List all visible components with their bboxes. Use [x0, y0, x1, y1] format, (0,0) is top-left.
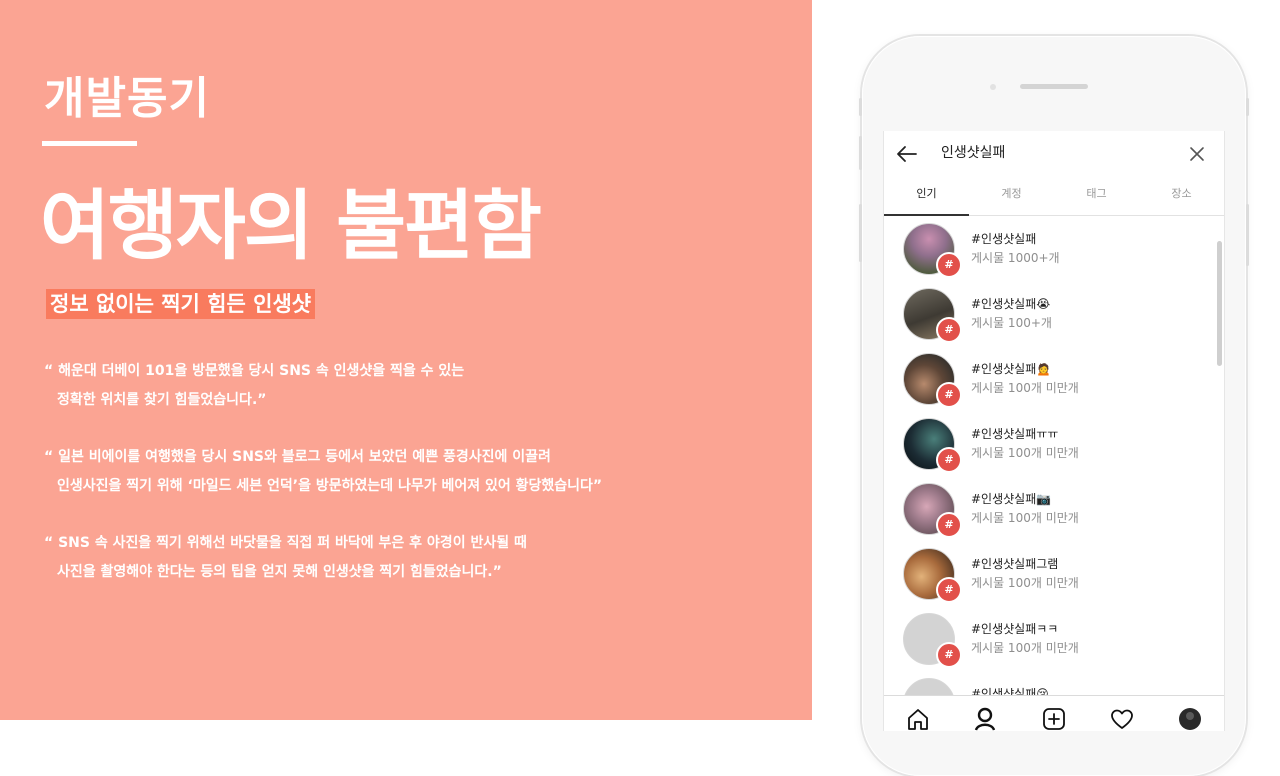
hashtag-post-count: 게시물 100개 미만개 [971, 446, 1079, 460]
hashtag-result[interactable]: # #인생샷실패그램 게시물 100개 미만개 [884, 541, 1224, 606]
search-icon[interactable] [973, 706, 999, 731]
hashtag-result[interactable]: # #인생샷실패 게시물 1000+개 [884, 216, 1224, 281]
hashtag-name: #인생샷실패그램 [971, 557, 1059, 571]
hashtag-badge-icon: # [936, 382, 962, 408]
hashtag-name: #인생샷실패ㅠㅠ [971, 427, 1059, 441]
section-label-underline [42, 141, 137, 146]
phone-volume-up [859, 136, 862, 170]
headline: 여행자의 불편함 [40, 181, 542, 270]
tab-places[interactable]: 장소 [1139, 179, 1224, 215]
hashtag-name: #인생샷실패📷 [971, 492, 1052, 506]
hashtag-result[interactable]: # #인생샷실패😭 게시물 100+개 [884, 281, 1224, 346]
phone-speaker [1020, 84, 1088, 89]
hashtag-result[interactable]: # #인생샷실패🙍 게시물 100개 미만개 [884, 346, 1224, 411]
quote-2-line-2: 인생사진을 찍기 위해 ‘마일드 세븐 언덕’을 방문하였는데 나무가 베어져 … [57, 478, 603, 494]
tab-popular[interactable]: 인기 [884, 179, 969, 216]
section-label: 개발동기 [44, 73, 210, 124]
hashtag-name: #인생샷실패 [971, 232, 1037, 246]
hashtag-badge-icon: # [936, 317, 962, 343]
hashtag-result[interactable]: # #인생샷실패ㅋㅋ 게시물 100개 미만개 [884, 606, 1224, 671]
hashtag-badge-icon: # [936, 642, 962, 668]
phone-screen: 인생샷실패 인기 계정 태그 장소 # #인생샷실패 게시물 1000+개 # [883, 131, 1225, 731]
quote-3: “ SNS 속 사진을 찍기 위해선 바닷물을 직접 퍼 바닥에 부은 후 야경… [44, 529, 784, 587]
quote-1-line-2: 정확한 위치를 찾기 힘들었습니다.” [57, 392, 267, 408]
phone-mockup: 인생샷실패 인기 계정 태그 장소 # #인생샷실패 게시물 1000+개 # [859, 36, 1249, 776]
hashtag-result[interactable]: # #인생샷실패📷 게시물 100개 미만개 [884, 476, 1224, 541]
close-icon[interactable] [1186, 143, 1208, 165]
quote-1-line-1: “ 해운대 더베이 101을 방문했을 당시 SNS 속 인생샷을 찍을 수 있… [44, 363, 465, 379]
hashtag-post-count: 게시물 100개 미만개 [971, 576, 1079, 590]
hashtag-post-count: 게시물 100개 미만개 [971, 641, 1079, 655]
subheadline: 정보 없이는 찍기 힘든 인생샷 [46, 289, 316, 319]
hashtag-name: #인생샷실패ㅋㅋ [971, 622, 1059, 636]
quote-3-line-2: 사진을 촬영해야 한다는 등의 팁을 얻지 못해 인생샷을 찍기 힘들었습니다.… [57, 564, 502, 580]
search-tabs: 인기 계정 태그 장소 [884, 179, 1224, 216]
hashtag-result[interactable]: # #인생샷실패ㅠㅠ 게시물 100개 미만개 [884, 411, 1224, 476]
hashtag-post-count: 게시물 100개 미만개 [971, 511, 1079, 525]
back-arrow-icon[interactable] [894, 141, 920, 167]
tab-tags[interactable]: 태그 [1054, 179, 1139, 215]
quote-3-line-1: “ SNS 속 사진을 찍기 위해선 바닷물을 직접 퍼 바닥에 부은 후 야경… [44, 535, 527, 551]
phone-volume-down [859, 204, 862, 262]
search-term[interactable]: 인생샷실패 [941, 142, 1005, 162]
hashtag-post-count: 게시물 100개 미만개 [971, 381, 1079, 395]
search-app-bar: 인생샷실패 [884, 131, 1224, 175]
home-icon[interactable] [905, 706, 931, 731]
hashtag-badge-icon: # [936, 512, 962, 538]
quote-1: “ 해운대 더베이 101을 방문했을 당시 SNS 속 인생샷을 찍을 수 있… [44, 357, 784, 415]
hashtag-badge-icon: # [936, 447, 962, 473]
add-post-icon[interactable] [1041, 706, 1067, 731]
tab-accounts[interactable]: 계정 [969, 179, 1054, 215]
hashtag-name: #인생샷실패😭 [971, 297, 1051, 311]
phone-power-button [1246, 204, 1249, 266]
heart-icon[interactable] [1109, 706, 1135, 731]
phone-mute-switch [859, 98, 862, 116]
hashtag-name: #인생샷실패🙍 [971, 362, 1052, 376]
hashtag-badge-icon: # [936, 252, 962, 278]
profile-avatar-icon[interactable] [1177, 706, 1203, 731]
quote-2-line-1: “ 일본 비에이를 여행했을 당시 SNS와 블로그 등에서 보았던 예쁜 풍경… [44, 449, 551, 465]
quote-2: “ 일본 비에이를 여행했을 당시 SNS와 블로그 등에서 보았던 예쁜 풍경… [44, 443, 784, 501]
hashtag-post-count: 게시물 100+개 [971, 316, 1052, 330]
results-scrollbar[interactable] [1217, 241, 1222, 366]
hashtag-badge-icon: # [936, 577, 962, 603]
bottom-nav [884, 695, 1224, 731]
phone-camera [990, 84, 996, 90]
slide-panel: 개발동기 여행자의 불편함 정보 없이는 찍기 힘든 인생샷 “ 해운대 더베이… [0, 0, 812, 720]
hashtag-post-count: 게시물 1000+개 [971, 251, 1060, 265]
phone-power-button-top [1246, 98, 1249, 116]
